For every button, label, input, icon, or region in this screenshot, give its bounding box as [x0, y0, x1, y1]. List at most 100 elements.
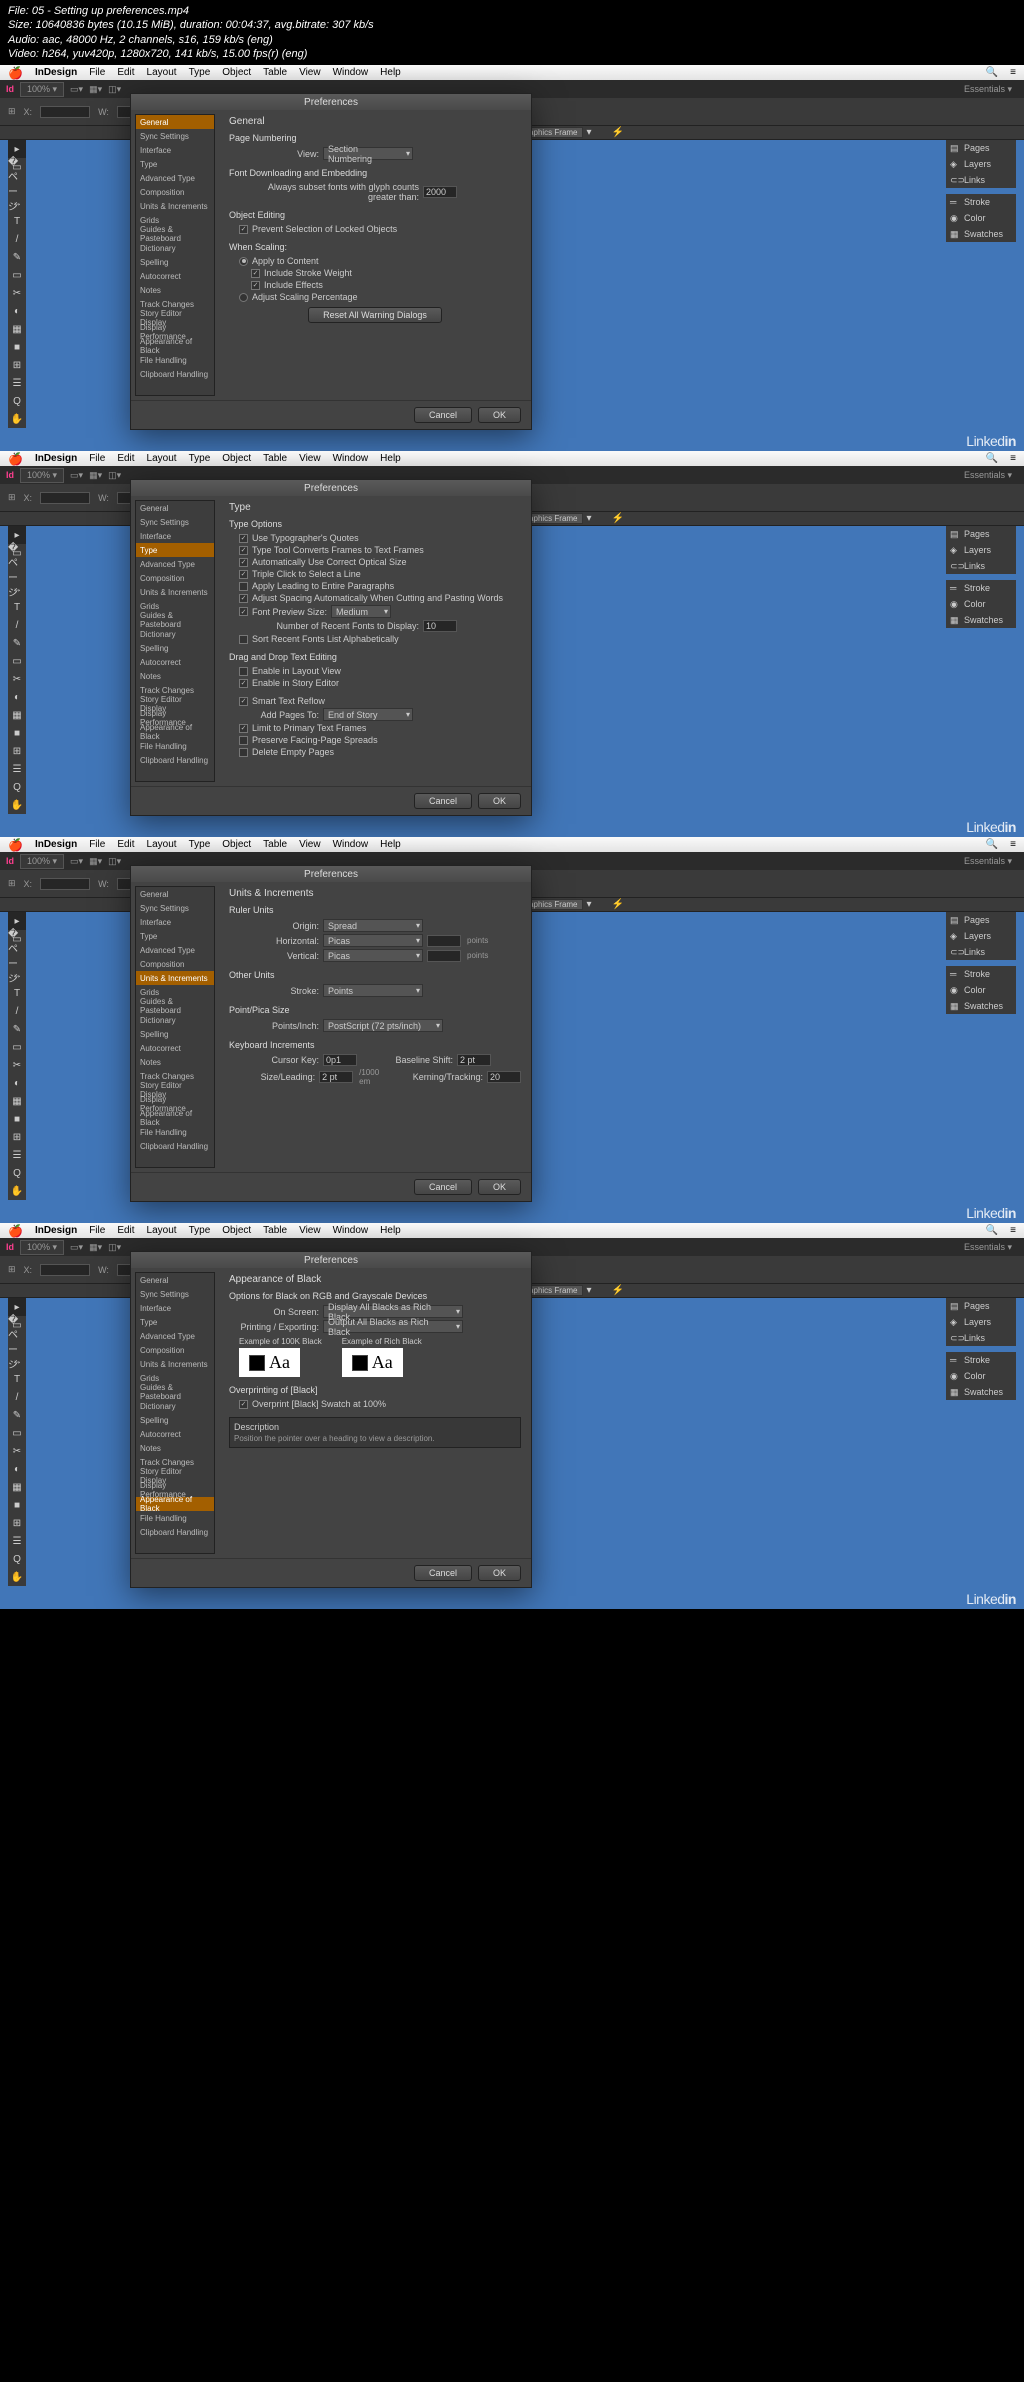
- dropdown[interactable]: Picas: [323, 934, 423, 947]
- tool-icon[interactable]: ◐: [8, 688, 26, 706]
- category-units-increments[interactable]: Units & Increments: [136, 1357, 214, 1371]
- menu-type[interactable]: Type: [189, 67, 211, 78]
- category-spelling[interactable]: Spelling: [136, 641, 214, 655]
- category-general[interactable]: General: [136, 115, 214, 129]
- menu-window[interactable]: Window: [333, 839, 369, 850]
- category-dictionary[interactable]: Dictionary: [136, 1013, 214, 1027]
- panel-stroke[interactable]: ═Stroke: [946, 194, 1016, 210]
- tool-icon[interactable]: ⊞: [8, 742, 26, 760]
- category-appearance-of-black[interactable]: Appearance of Black: [136, 725, 214, 739]
- category-autocorrect[interactable]: Autocorrect: [136, 1041, 214, 1055]
- panel-layers[interactable]: ◈Layers: [946, 928, 1016, 944]
- apple-icon[interactable]: 🍎: [8, 452, 23, 466]
- tool-icon[interactable]: T: [8, 212, 26, 230]
- tool-icon[interactable]: ▦: [8, 320, 26, 338]
- menu-table[interactable]: Table: [263, 1225, 287, 1236]
- workspace-label[interactable]: Essentials ▾: [964, 1242, 1012, 1253]
- checkbox-option[interactable]: Enable in Layout View: [239, 666, 521, 676]
- category-spelling[interactable]: Spelling: [136, 255, 214, 269]
- search-icon[interactable]: 🔍: [986, 67, 998, 78]
- menu-object[interactable]: Object: [222, 453, 251, 464]
- panel-stroke[interactable]: ═Stroke: [946, 966, 1016, 982]
- category-interface[interactable]: Interface: [136, 143, 214, 157]
- category-advanced-type[interactable]: Advanced Type: [136, 171, 214, 185]
- tool-icon[interactable]: /: [8, 616, 26, 634]
- category-file-handling[interactable]: File Handling: [136, 353, 214, 367]
- category-notes[interactable]: Notes: [136, 1055, 214, 1069]
- checkbox-option[interactable]: Triple Click to Select a Line: [239, 569, 521, 579]
- panel-links[interactable]: ⊂⊃Links: [946, 1330, 1016, 1346]
- menu-edit[interactable]: Edit: [117, 1225, 134, 1236]
- tool-icon[interactable]: ☰: [8, 760, 26, 778]
- category-type[interactable]: Type: [136, 543, 214, 557]
- radio-option[interactable]: Apply to Content: [239, 256, 521, 266]
- category-units-increments[interactable]: Units & Increments: [136, 585, 214, 599]
- cancel-button[interactable]: Cancel: [414, 407, 472, 423]
- category-sync-settings[interactable]: Sync Settings: [136, 129, 214, 143]
- tool-icon[interactable]: �ページ: [8, 562, 26, 580]
- tool-icon[interactable]: ✋: [8, 1568, 26, 1586]
- tool-icon[interactable]: ✂: [8, 1056, 26, 1074]
- workspace-label[interactable]: Essentials ▾: [964, 470, 1012, 481]
- checkbox-option[interactable]: Sort Recent Fonts List Alphabetically: [239, 634, 521, 644]
- menu-window[interactable]: Window: [333, 67, 369, 78]
- tool-icon[interactable]: ◐: [8, 302, 26, 320]
- menu-object[interactable]: Object: [222, 1225, 251, 1236]
- category-dictionary[interactable]: Dictionary: [136, 241, 214, 255]
- checkbox-option[interactable]: Overprint [Black] Swatch at 100%: [239, 1399, 521, 1409]
- tool-icon[interactable]: ▭: [8, 652, 26, 670]
- menu-indesign[interactable]: InDesign: [35, 67, 77, 78]
- cancel-button[interactable]: Cancel: [414, 793, 472, 809]
- tool-icon[interactable]: ✂: [8, 670, 26, 688]
- tool-icon[interactable]: Q: [8, 778, 26, 796]
- workspace-label[interactable]: Essentials ▾: [964, 856, 1012, 867]
- dropdown[interactable]: PostScript (72 pts/inch): [323, 1019, 443, 1032]
- category-interface[interactable]: Interface: [136, 529, 214, 543]
- menu-view[interactable]: View: [299, 67, 321, 78]
- tool-icon[interactable]: ▸: [8, 912, 26, 930]
- category-file-handling[interactable]: File Handling: [136, 1511, 214, 1525]
- tool-icon[interactable]: ◐: [8, 1074, 26, 1092]
- checkbox-option[interactable]: Limit to Primary Text Frames: [239, 723, 521, 733]
- cancel-button[interactable]: Cancel: [414, 1565, 472, 1581]
- category-clipboard-handling[interactable]: Clipboard Handling: [136, 1139, 214, 1153]
- category-type[interactable]: Type: [136, 929, 214, 943]
- category-advanced-type[interactable]: Advanced Type: [136, 943, 214, 957]
- panel-pages[interactable]: ▤Pages: [946, 526, 1016, 542]
- panel-swatches[interactable]: ▦Swatches: [946, 998, 1016, 1014]
- checkbox-option[interactable]: Apply Leading to Entire Paragraphs: [239, 581, 521, 591]
- apple-icon[interactable]: 🍎: [8, 66, 23, 80]
- checkbox-option[interactable]: Smart Text Reflow: [239, 696, 521, 706]
- checkbox-option[interactable]: Use Typographer's Quotes: [239, 533, 521, 543]
- tool-icon[interactable]: ▸: [8, 140, 26, 158]
- apple-icon[interactable]: 🍎: [8, 838, 23, 852]
- menu-edit[interactable]: Edit: [117, 453, 134, 464]
- category-dictionary[interactable]: Dictionary: [136, 627, 214, 641]
- menu-view[interactable]: View: [299, 839, 321, 850]
- menu-help[interactable]: Help: [380, 839, 401, 850]
- menu-help[interactable]: Help: [380, 1225, 401, 1236]
- tool-icon[interactable]: ▸: [8, 526, 26, 544]
- menu-icon[interactable]: ≡: [1010, 839, 1016, 850]
- category-interface[interactable]: Interface: [136, 1301, 214, 1315]
- category-notes[interactable]: Notes: [136, 1441, 214, 1455]
- tool-icon[interactable]: Q: [8, 1550, 26, 1568]
- ok-button[interactable]: OK: [478, 1179, 521, 1195]
- cancel-button[interactable]: Cancel: [414, 1179, 472, 1195]
- category-appearance-of-black[interactable]: Appearance of Black: [136, 339, 214, 353]
- zoom-field[interactable]: 100% ▾: [20, 82, 64, 97]
- menu-layout[interactable]: Layout: [147, 1225, 177, 1236]
- panel-color[interactable]: ◉Color: [946, 596, 1016, 612]
- category-sync-settings[interactable]: Sync Settings: [136, 1287, 214, 1301]
- zoom-field[interactable]: 100% ▾: [20, 854, 64, 869]
- panel-stroke[interactable]: ═Stroke: [946, 580, 1016, 596]
- tool-icon[interactable]: ▦: [8, 1092, 26, 1110]
- dropdown[interactable]: Section Numbering: [323, 147, 413, 160]
- tool-icon[interactable]: ⊞: [8, 356, 26, 374]
- search-icon[interactable]: 🔍: [986, 839, 998, 850]
- text-input[interactable]: [457, 1054, 491, 1066]
- category-file-handling[interactable]: File Handling: [136, 739, 214, 753]
- category-type[interactable]: Type: [136, 157, 214, 171]
- menu-type[interactable]: Type: [189, 453, 211, 464]
- checkbox-option[interactable]: Adjust Spacing Automatically When Cuttin…: [239, 593, 521, 603]
